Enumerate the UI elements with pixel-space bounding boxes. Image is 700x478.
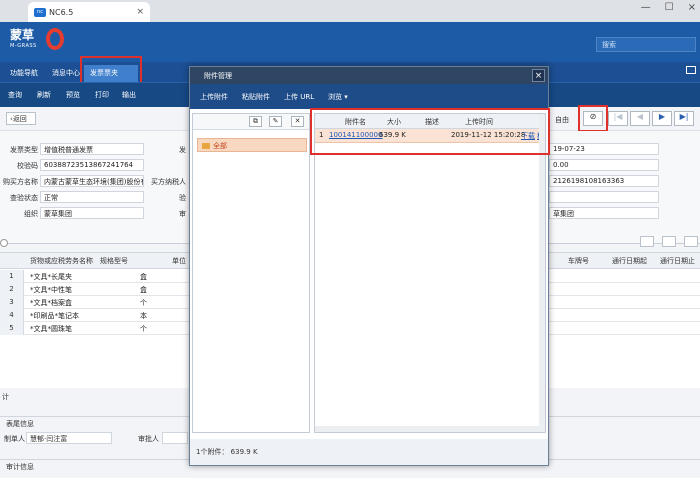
horizontal-scrollbar[interactable] bbox=[315, 426, 539, 432]
upload-url-button[interactable]: 上传 URL bbox=[284, 92, 314, 102]
row-number: 5 bbox=[0, 322, 24, 335]
add-row-icon[interactable] bbox=[640, 236, 654, 247]
dialog-body: ⧉ ✎ ✕ 全部 附件名 大小 描述 上传时间 1 100141100000 6… bbox=[190, 109, 548, 439]
check-status-label: 查验状态 bbox=[10, 194, 38, 202]
row-number: 1 bbox=[0, 270, 24, 283]
window-controls: — ☐ × bbox=[641, 2, 696, 13]
prev-page-icon[interactable]: ◀ bbox=[630, 111, 650, 126]
folder-icon bbox=[202, 143, 210, 149]
row-number: 4 bbox=[0, 309, 24, 322]
approver-value[interactable] bbox=[162, 432, 188, 444]
buyer-name-label: 购买方名称 bbox=[3, 178, 38, 186]
verify-label: 验 bbox=[179, 194, 186, 202]
unit-cell: 个 bbox=[140, 325, 147, 333]
goods-name-cell: *文具*圆珠笔 bbox=[30, 325, 72, 333]
highlight-box-tab bbox=[80, 56, 142, 84]
goods-name-cell: *印刷品*笔记本 bbox=[30, 312, 79, 320]
search-input[interactable]: 搜索 bbox=[596, 37, 696, 52]
file-list: 附件名 大小 描述 上传时间 1 100141100000 639.9 K 20… bbox=[314, 113, 546, 433]
last-page-icon[interactable]: ▶| bbox=[674, 111, 694, 126]
amount-value[interactable]: 0.00 bbox=[549, 159, 659, 171]
dialog-close-icon[interactable]: × bbox=[532, 69, 545, 82]
goods-name-cell: *文具*长尾夹 bbox=[30, 273, 72, 281]
maximize-icon[interactable]: ☐ bbox=[665, 2, 674, 13]
logo: 蒙草 M-GRASS bbox=[10, 26, 64, 50]
preview-button[interactable]: 预览 bbox=[66, 90, 80, 100]
maker-value[interactable]: 慧郁·闫注富 bbox=[26, 432, 112, 444]
maker-label: 制单人 bbox=[4, 435, 25, 443]
nc-favicon-icon: nc bbox=[34, 7, 46, 17]
free-label: 自由 bbox=[555, 116, 569, 124]
next-page-icon[interactable]: ▶ bbox=[652, 111, 672, 126]
invoice-type-label: 发票类型 bbox=[10, 146, 38, 154]
right-empty-value[interactable] bbox=[549, 191, 659, 203]
highlight-box-file-row bbox=[310, 108, 550, 155]
invoice-type-value[interactable]: 增值税普通发票 bbox=[40, 143, 144, 155]
upload-attachment-button[interactable]: 上传附件 bbox=[200, 92, 228, 102]
sum-label: 计 bbox=[2, 393, 9, 401]
org-label: 组织 bbox=[24, 210, 38, 218]
invoice-date-value[interactable]: 19-07-23 bbox=[549, 143, 659, 155]
org-value[interactable]: 蒙草集团 bbox=[40, 207, 144, 219]
unit-cell: 本 bbox=[140, 312, 147, 320]
tab-function-nav[interactable]: 功能导航 bbox=[4, 65, 44, 82]
buyer-tax-id-value[interactable]: 2126198108163363 bbox=[549, 175, 659, 187]
col-goods-name: 货物或应税劳务名称 bbox=[30, 257, 93, 265]
dialog-status-bar: 1个附件： 639.9 K bbox=[190, 439, 548, 465]
col-unit: 单位 bbox=[172, 257, 186, 265]
new-folder-icon[interactable]: ⧉ bbox=[249, 116, 262, 127]
minimize-icon[interactable]: — bbox=[641, 2, 651, 13]
query-button[interactable]: 查询 bbox=[8, 90, 22, 100]
row-number: 3 bbox=[0, 296, 24, 309]
logo-mark-icon bbox=[46, 28, 64, 50]
refresh-button[interactable]: 刷新 bbox=[37, 90, 51, 100]
window-close-icon[interactable]: × bbox=[688, 2, 696, 13]
check-status-value[interactable]: 正常 bbox=[40, 191, 144, 203]
check-code-value[interactable]: 60388723513867241764 bbox=[40, 159, 144, 171]
tree-item-all[interactable]: 全部 bbox=[197, 138, 307, 152]
tree-item-label: 全部 bbox=[213, 142, 227, 150]
invoice-no-label: 发 bbox=[179, 146, 186, 154]
logo-subtitle: M-GRASS bbox=[10, 43, 37, 49]
highlight-box-attach bbox=[578, 105, 608, 132]
output-button[interactable]: 输出 bbox=[122, 90, 136, 100]
tab-close-icon[interactable]: × bbox=[136, 7, 144, 17]
col-plate-no: 车牌号 bbox=[568, 257, 589, 265]
delete-row-icon[interactable] bbox=[684, 236, 698, 247]
copy-row-icon[interactable] bbox=[662, 236, 676, 247]
buyer-name-value[interactable]: 内蒙古蒙草生态环境(集团)股份有限公 bbox=[40, 175, 144, 187]
col-pass-end: 通行日期止 bbox=[660, 257, 695, 265]
delete-icon[interactable]: ✕ bbox=[291, 116, 304, 127]
folder-tree: ⧉ ✎ ✕ 全部 bbox=[192, 113, 310, 433]
edit-icon[interactable]: ✎ bbox=[269, 116, 282, 127]
browser-tab-strip: nc NC6.5 × — ☐ × bbox=[0, 0, 700, 22]
back-label: 返回 bbox=[12, 115, 27, 123]
unit-cell: 盒 bbox=[140, 286, 147, 294]
buyer-tax-label: 买方纳税人 bbox=[151, 178, 186, 186]
browse-dropdown[interactable]: 浏览 ▾ bbox=[328, 92, 348, 102]
audit-label: 审 bbox=[179, 210, 186, 218]
vertical-scrollbar[interactable] bbox=[539, 114, 545, 432]
tree-toolbar: ⧉ ✎ ✕ bbox=[193, 114, 309, 130]
window-menu-icon[interactable] bbox=[686, 66, 696, 74]
unit-cell: 盒 bbox=[140, 273, 147, 281]
goods-name-cell: *文具*中性笔 bbox=[30, 286, 72, 294]
right-org-value[interactable]: 草集团 bbox=[549, 207, 659, 219]
row-number: 2 bbox=[0, 283, 24, 296]
first-page-icon[interactable]: |◀ bbox=[608, 111, 628, 126]
goods-name-cell: *文具*档案盒 bbox=[30, 299, 72, 307]
col-spec: 规格型号 bbox=[100, 257, 128, 265]
unit-cell: 个 bbox=[140, 299, 147, 307]
logo-text: 蒙草 bbox=[10, 28, 35, 42]
print-button[interactable]: 打印 bbox=[95, 90, 109, 100]
browser-tab[interactable]: nc NC6.5 × bbox=[28, 2, 150, 22]
paste-attachment-button[interactable]: 粘贴附件 bbox=[242, 92, 270, 102]
col-pass-start: 通行日期起 bbox=[612, 257, 647, 265]
dialog-title: 附件管理 bbox=[190, 67, 548, 84]
check-code-label: 校验码 bbox=[17, 162, 38, 170]
back-button[interactable]: ‹返回 bbox=[6, 112, 36, 125]
dialog-toolbar: 上传附件 粘贴附件 上传 URL 浏览 ▾ bbox=[190, 84, 548, 109]
browser-tab-title: NC6.5 bbox=[49, 7, 74, 17]
approver-label: 审批人 bbox=[138, 435, 159, 443]
